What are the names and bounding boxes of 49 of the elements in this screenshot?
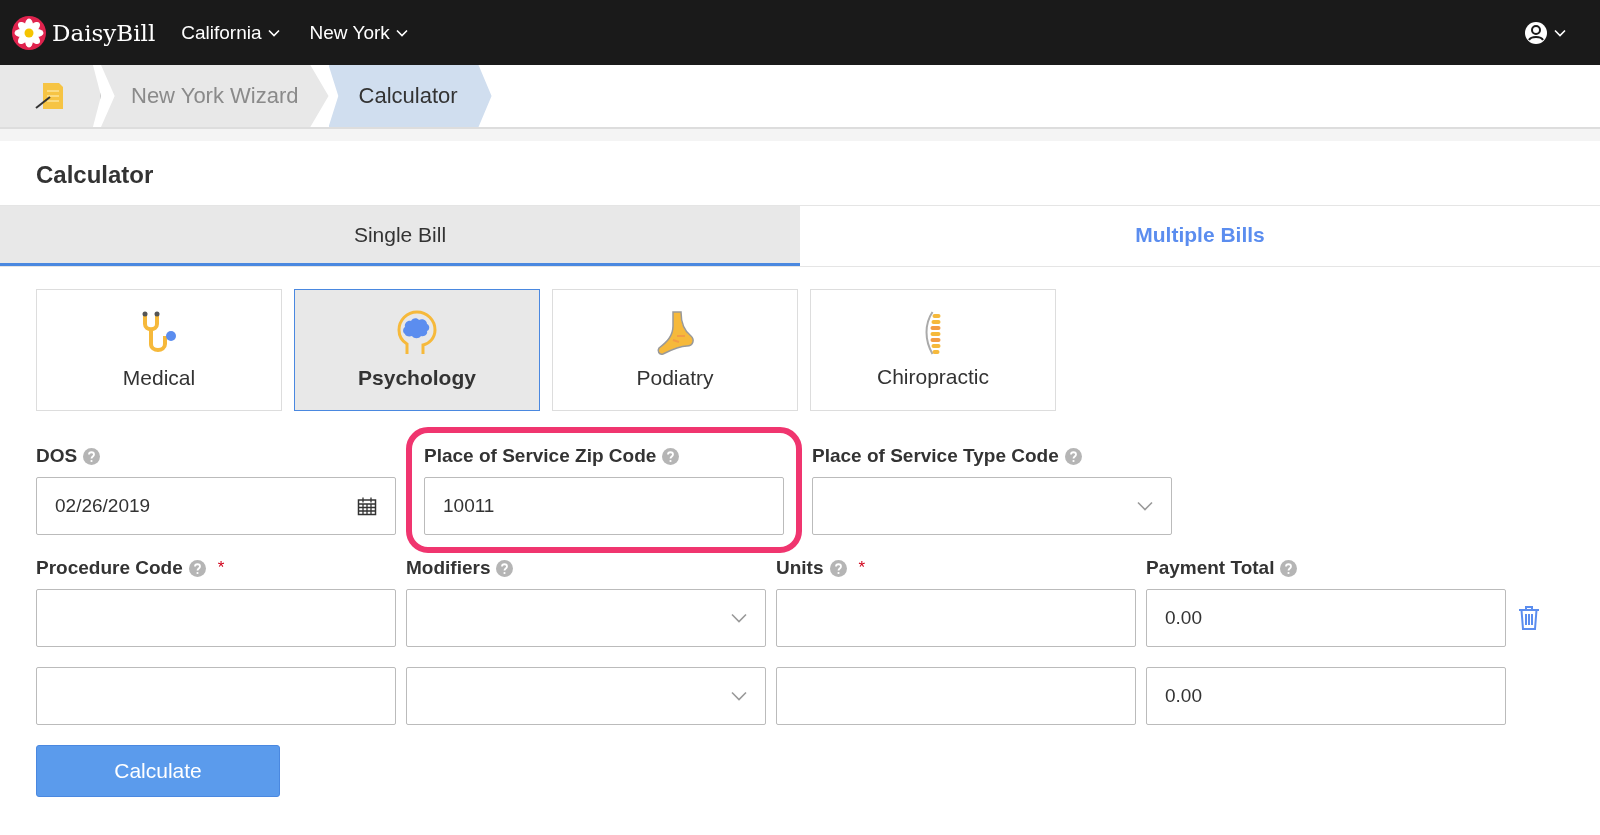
units-field[interactable]	[776, 589, 1136, 647]
column-label: Units	[776, 557, 824, 579]
dropdown-caret-icon	[1137, 501, 1153, 511]
daisy-logo-icon[interactable]	[12, 15, 46, 50]
tab[interactable]: Single Bill	[0, 206, 800, 266]
payment-total-field[interactable]: 0.00	[1146, 589, 1506, 647]
help-icon[interactable]	[829, 559, 847, 577]
field-label: DOS	[36, 445, 78, 467]
field-label: Place of Service Zip Code	[424, 445, 657, 467]
head-brain-icon	[395, 310, 439, 356]
category-button[interactable]: Podiatry	[552, 289, 798, 411]
help-icon[interactable]	[83, 447, 101, 465]
category-button[interactable]: Medical	[36, 289, 282, 411]
breadcrumb-home[interactable]	[0, 65, 101, 127]
caret-icon	[395, 28, 408, 37]
modifiers-select[interactable]	[406, 589, 766, 647]
field-label: Place of Service Type Code	[812, 445, 1059, 467]
calendar-icon[interactable]	[357, 496, 377, 516]
help-icon[interactable]	[1064, 447, 1082, 465]
help-icon[interactable]	[188, 559, 206, 577]
required-mark: *	[858, 558, 866, 578]
procedure-code-field[interactable]	[36, 589, 396, 647]
breadcrumb-item[interactable]: Calculator	[328, 65, 492, 127]
help-icon[interactable]	[662, 447, 680, 465]
state-menu[interactable]: California	[177, 17, 284, 48]
zip-code-field[interactable]: 10011	[424, 477, 784, 535]
help-icon[interactable]	[496, 559, 514, 577]
spine-icon	[924, 311, 942, 355]
category-button[interactable]: Chiropractic	[810, 289, 1056, 411]
units-field[interactable]	[776, 667, 1136, 725]
type-code-select[interactable]	[812, 477, 1172, 535]
column-label: Payment Total	[1146, 557, 1275, 579]
category-button[interactable]: Psychology	[294, 289, 540, 411]
column-label: Modifiers	[406, 557, 491, 579]
brand-name[interactable]: DaisyBill	[52, 19, 156, 46]
payment-total-field[interactable]: 0.00	[1146, 667, 1506, 725]
state-menu[interactable]: New York	[305, 17, 412, 48]
dropdown-caret-icon	[731, 691, 747, 701]
user-icon	[1524, 20, 1548, 45]
trash-icon[interactable]	[1518, 605, 1540, 631]
procedure-code-field[interactable]	[36, 667, 396, 725]
caret-icon	[1554, 28, 1566, 37]
modifiers-select[interactable]	[406, 667, 766, 725]
column-label: Procedure Code	[36, 557, 183, 579]
caret-icon	[267, 28, 280, 37]
required-mark: *	[217, 558, 225, 578]
help-icon[interactable]	[1280, 559, 1298, 577]
date-field[interactable]: 02/26/2019	[36, 477, 396, 535]
dropdown-caret-icon	[731, 613, 747, 623]
